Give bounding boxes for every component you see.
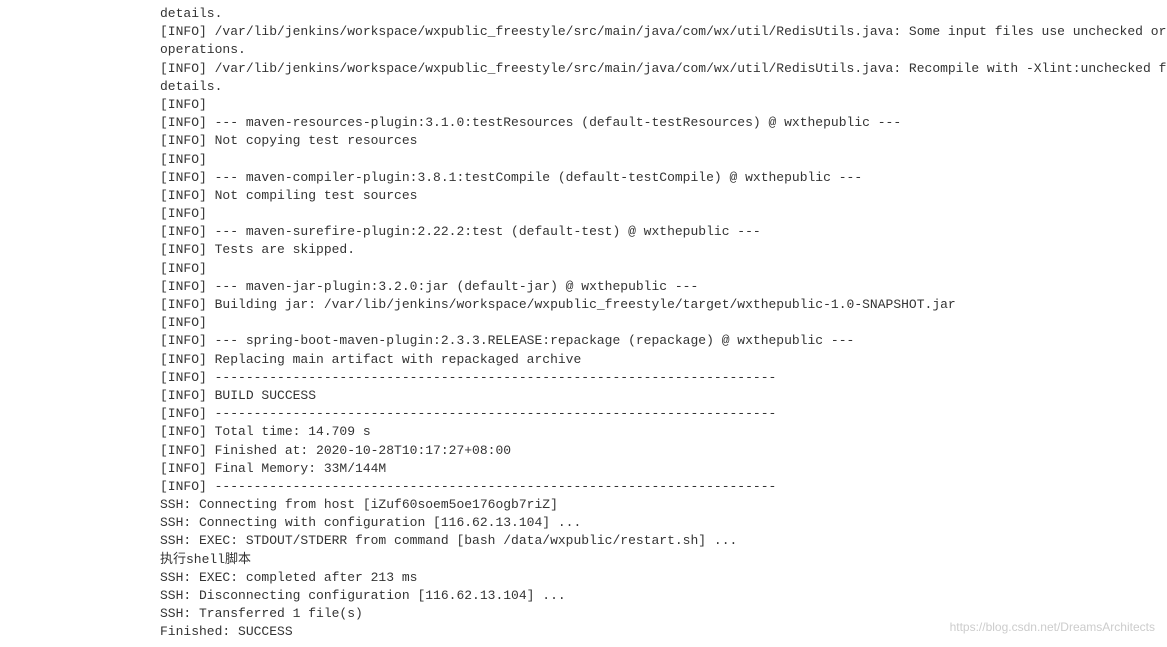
console-line: [INFO] --- spring-boot-maven-plugin:2.3.…	[160, 332, 1167, 350]
console-line: [INFO] Finished at: 2020-10-28T10:17:27+…	[160, 442, 1167, 460]
console-line: [INFO]	[160, 205, 1167, 223]
console-line: [INFO] BUILD SUCCESS	[160, 387, 1167, 405]
console-line: [INFO] ---------------------------------…	[160, 405, 1167, 423]
console-line: SSH: EXEC: completed after 213 ms	[160, 569, 1167, 587]
console-line: SSH: Connecting from host [iZuf60soem5oe…	[160, 496, 1167, 514]
console-line: 执行shell脚本	[160, 551, 1167, 569]
console-line: SSH: Transferred 1 file(s)	[160, 605, 1167, 623]
console-line: Finished: SUCCESS	[160, 623, 1167, 641]
console-line: [INFO] Building jar: /var/lib/jenkins/wo…	[160, 296, 1167, 314]
console-line: [INFO] --- maven-resources-plugin:3.1.0:…	[160, 114, 1167, 132]
console-line: [INFO] Not compiling test sources	[160, 187, 1167, 205]
console-line: [INFO] Tests are skipped.	[160, 241, 1167, 259]
console-line: [INFO] Replacing main artifact with repa…	[160, 351, 1167, 369]
console-line: SSH: Connecting with configuration [116.…	[160, 514, 1167, 532]
console-line: [INFO] Not copying test resources	[160, 132, 1167, 150]
console-line: [INFO]	[160, 151, 1167, 169]
console-line: details.	[160, 78, 1167, 96]
console-line: operations.	[160, 41, 1167, 59]
console-output: details.[INFO] /var/lib/jenkins/workspac…	[160, 5, 1167, 642]
console-line: [INFO] /var/lib/jenkins/workspace/wxpubl…	[160, 60, 1167, 78]
console-line: SSH: Disconnecting configuration [116.62…	[160, 587, 1167, 605]
console-line: [INFO] Total time: 14.709 s	[160, 423, 1167, 441]
console-line: [INFO] /var/lib/jenkins/workspace/wxpubl…	[160, 23, 1167, 41]
console-line: [INFO]	[160, 96, 1167, 114]
console-line: [INFO]	[160, 314, 1167, 332]
console-line: SSH: EXEC: STDOUT/STDERR from command [b…	[160, 532, 1167, 550]
console-line: [INFO] ---------------------------------…	[160, 369, 1167, 387]
console-line: details.	[160, 5, 1167, 23]
console-line: [INFO] Final Memory: 33M/144M	[160, 460, 1167, 478]
console-line: [INFO] ---------------------------------…	[160, 478, 1167, 496]
console-line: [INFO] --- maven-compiler-plugin:3.8.1:t…	[160, 169, 1167, 187]
console-line: [INFO] --- maven-jar-plugin:3.2.0:jar (d…	[160, 278, 1167, 296]
console-line: [INFO]	[160, 260, 1167, 278]
console-line: [INFO] --- maven-surefire-plugin:2.22.2:…	[160, 223, 1167, 241]
